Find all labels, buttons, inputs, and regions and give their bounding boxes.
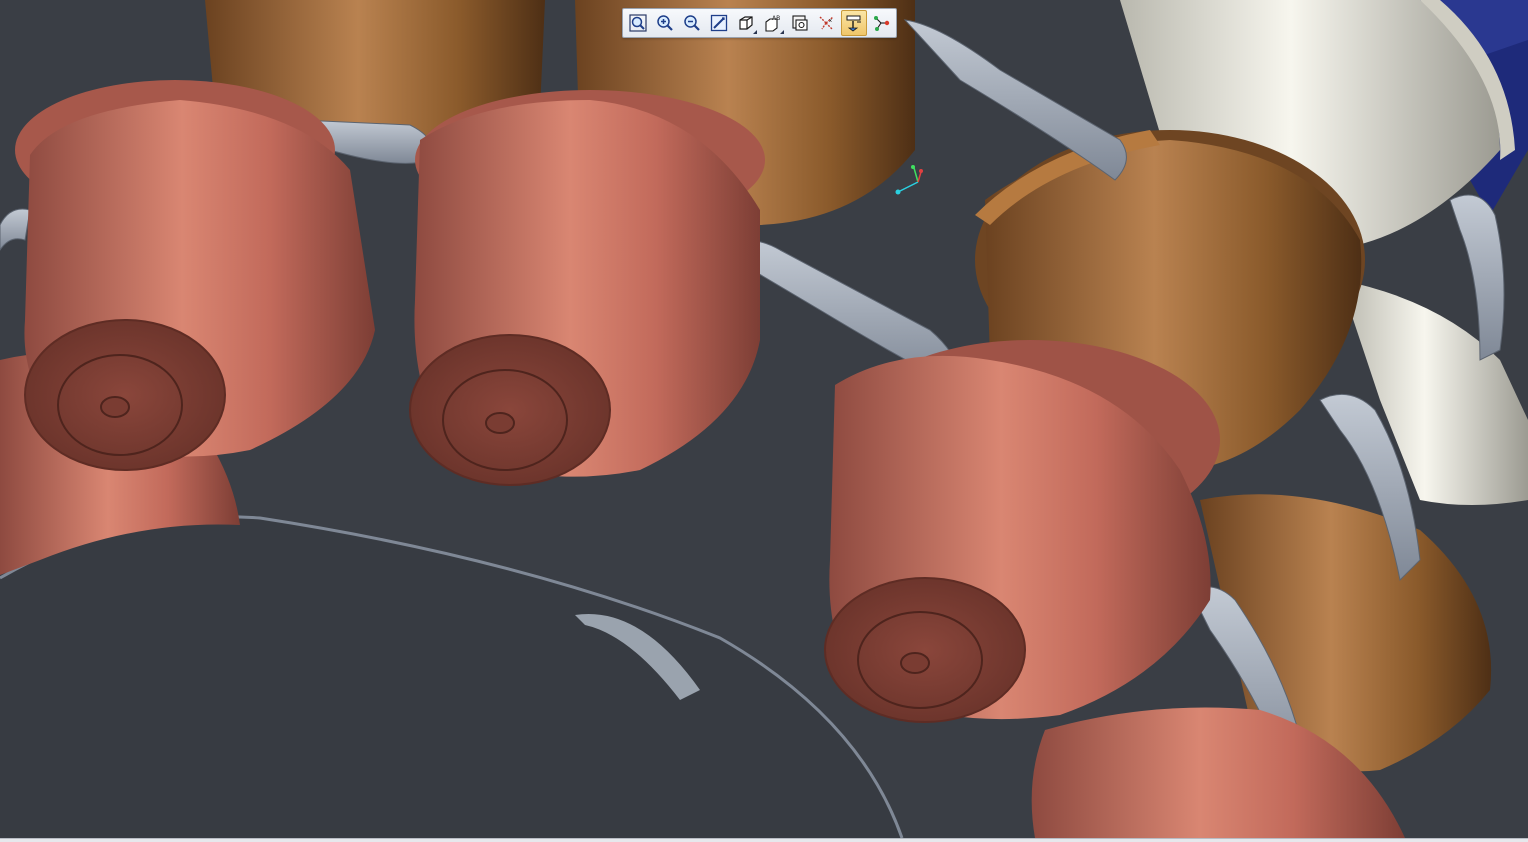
view-toolbar: AB x — [622, 8, 897, 38]
model-scene[interactable] — [0, 0, 1528, 838]
flyout-arrow-icon — [753, 30, 757, 34]
view-manager-button[interactable] — [787, 10, 813, 36]
spin-center-button[interactable] — [841, 10, 867, 36]
zoom-in-button[interactable] — [652, 10, 678, 36]
spin-center-icon — [846, 15, 861, 32]
datum-planes-icon: x — [819, 16, 834, 30]
svg-text:x: x — [829, 18, 832, 24]
refit-button[interactable] — [625, 10, 651, 36]
datum-points-icon — [874, 16, 890, 31]
zoom-out-icon — [684, 15, 700, 31]
saved-views-glyph: AB — [772, 15, 780, 22]
zoom-in-icon — [657, 15, 673, 31]
view-manager-icon — [792, 15, 808, 31]
datum-planes-button[interactable]: x — [814, 10, 840, 36]
status-strip — [0, 838, 1528, 842]
display-style-button[interactable] — [733, 10, 759, 36]
graphics-viewport[interactable]: AB x — [0, 0, 1528, 838]
zoom-out-button[interactable] — [679, 10, 705, 36]
refit-icon — [629, 14, 647, 32]
annotations-button[interactable] — [868, 10, 894, 36]
repaint-button[interactable] — [706, 10, 732, 36]
saved-views-button[interactable]: AB — [760, 10, 786, 36]
repaint-icon — [710, 14, 728, 32]
flyout-arrow-icon — [780, 30, 784, 34]
